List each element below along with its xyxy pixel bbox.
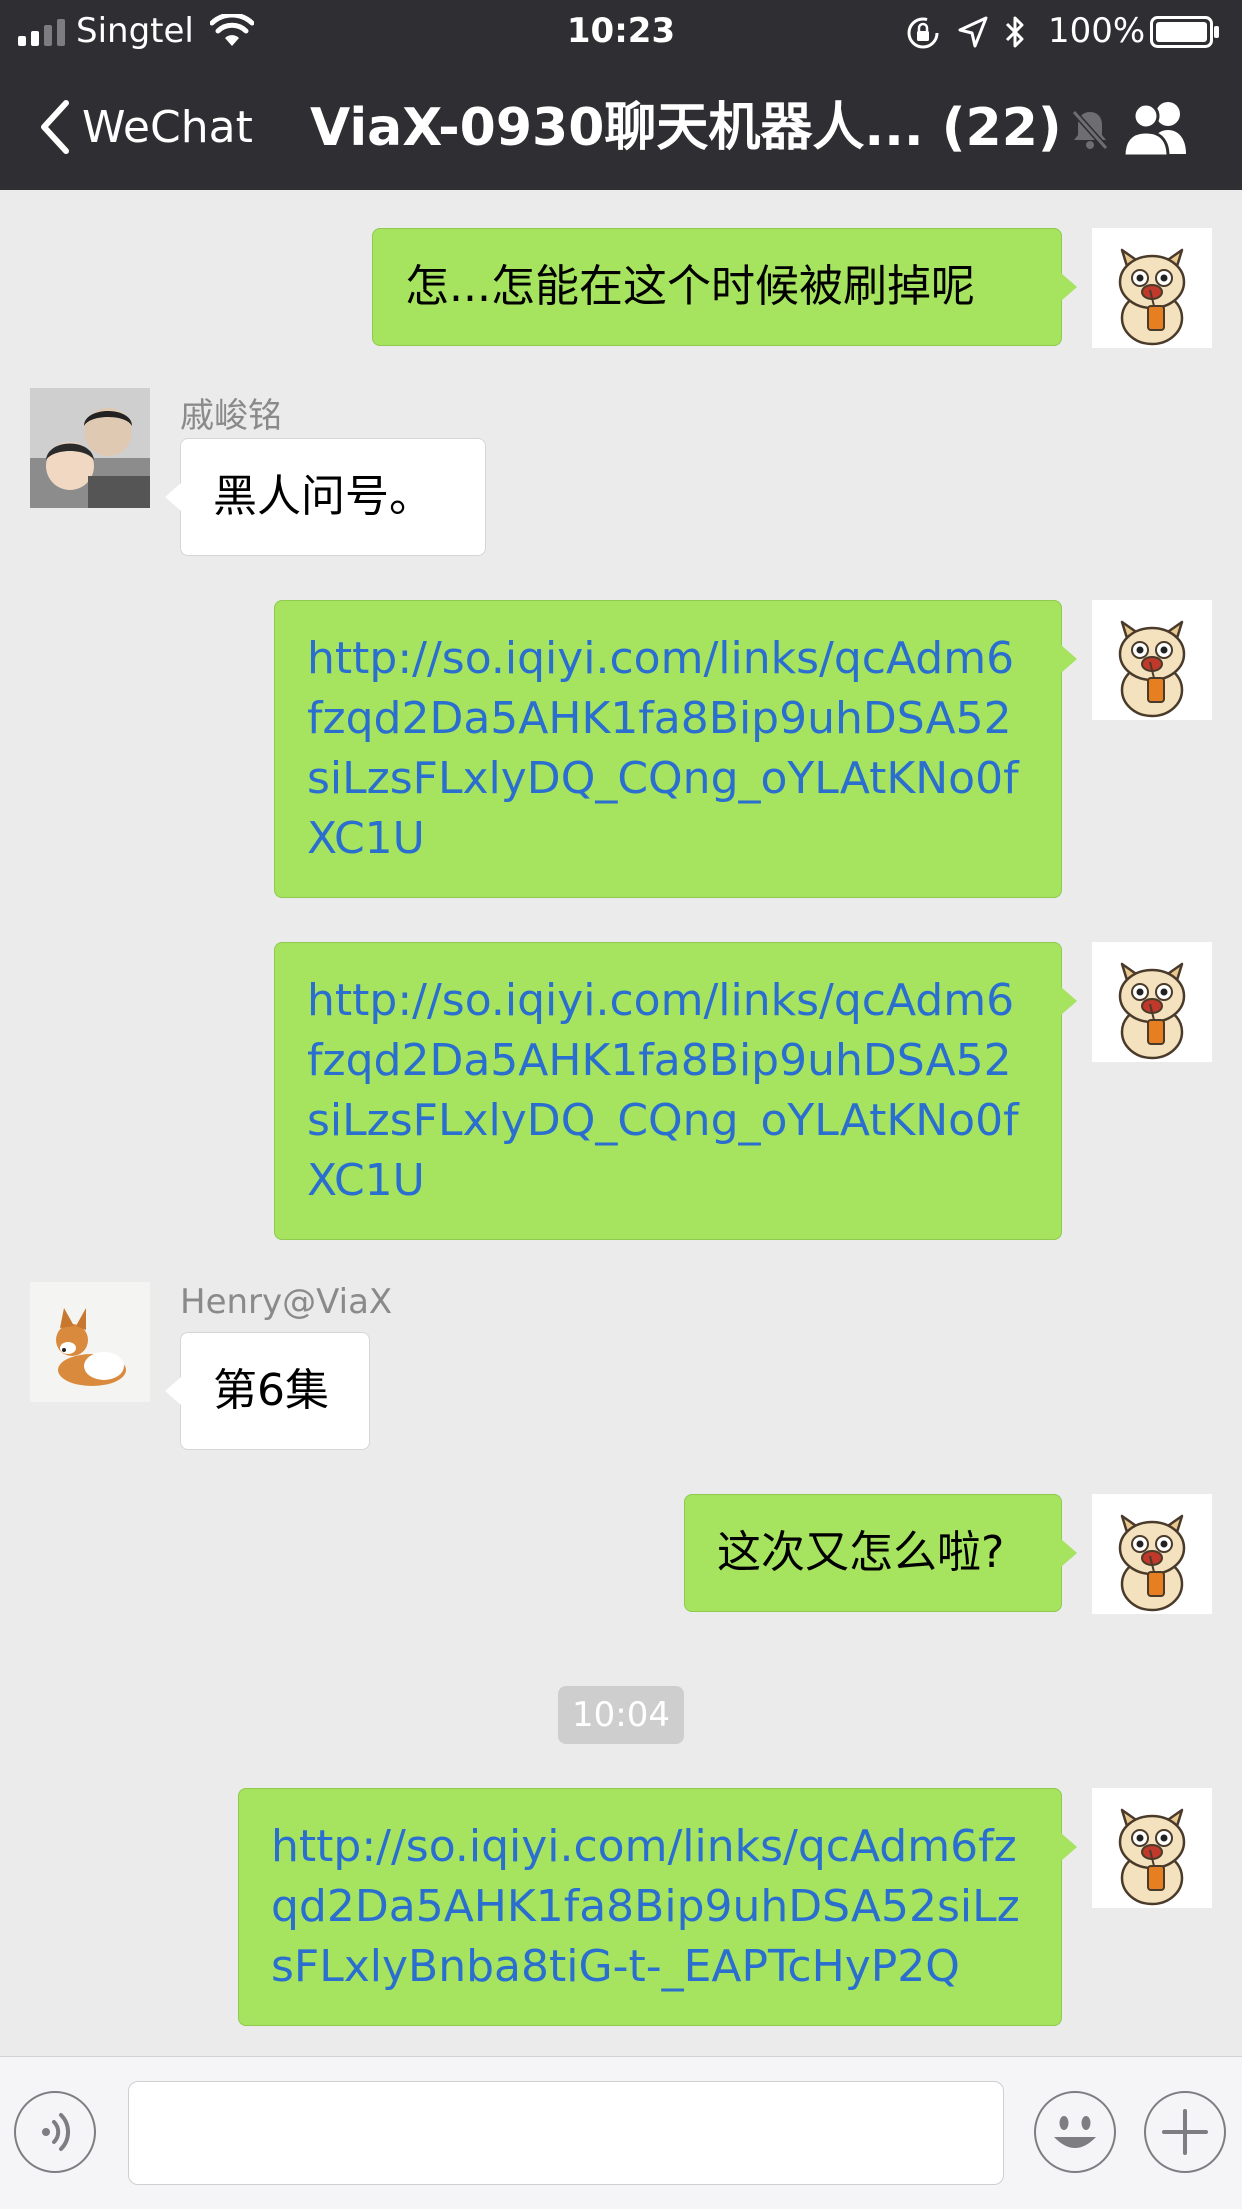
sender-name: Henry@ViaX: [180, 1282, 393, 1322]
plus-icon: [1162, 2109, 1208, 2155]
sender-avatar[interactable]: [30, 1282, 150, 1402]
message-bubble[interactable]: 第6集: [165, 1332, 370, 1450]
bluetooth-icon: [1005, 16, 1024, 48]
message-bubble[interactable]: 怎...怎能在这个时候被刷掉呢: [372, 228, 1077, 346]
message-input[interactable]: [128, 2081, 1004, 2185]
sender-name: 戚峻铭: [180, 396, 282, 436]
sender-avatar[interactable]: [30, 388, 150, 508]
voice-icon: [42, 2113, 71, 2151]
header: Singtel 10:23 100% WeChat ViaX-0930聊天机器人…: [0, 0, 1242, 190]
voice-button[interactable]: [14, 2091, 96, 2173]
nav-bar: WeChat ViaX-0930聊天机器人... (22): [0, 62, 1242, 190]
emoji-icon: [1054, 2116, 1096, 2148]
chat-title: ViaX-0930聊天机器人... (22): [310, 98, 1062, 158]
self-avatar[interactable]: [1092, 600, 1212, 720]
more-button[interactable]: [1144, 2091, 1226, 2173]
link-message-bubble[interactable]: http://so.iqiyi.com/links/qcAdm6fzqd2Da5…: [238, 1788, 1077, 2026]
timestamp: 10:04: [558, 1686, 684, 1744]
back-label: WeChat: [82, 101, 253, 153]
battery-percentage: 100%: [1048, 11, 1146, 51]
self-avatar[interactable]: [1092, 942, 1212, 1062]
message-bubble[interactable]: 黑人问号。: [165, 438, 486, 556]
input-bar: [0, 2056, 1242, 2209]
bell-slash-icon: [1071, 110, 1109, 150]
emoji-button[interactable]: [1034, 2091, 1116, 2173]
message-bubble[interactable]: 这次又怎么啦?: [684, 1494, 1077, 1612]
self-avatar[interactable]: [1092, 228, 1212, 348]
location-icon: [958, 16, 988, 48]
status-bar: Singtel 10:23 100%: [0, 0, 1242, 62]
self-avatar[interactable]: [1092, 1788, 1212, 1908]
chevron-left-icon: [41, 100, 69, 154]
battery-icon: [1150, 16, 1219, 48]
rotation-lock-icon: [907, 17, 939, 49]
group-icon[interactable]: [1118, 98, 1196, 158]
link-message-bubble[interactable]: http://so.iqiyi.com/links/qcAdm6fzqd2Da5…: [274, 600, 1077, 898]
back-button[interactable]: WeChat: [36, 92, 253, 162]
self-avatar[interactable]: [1092, 1494, 1212, 1614]
link-message-bubble[interactable]: http://so.iqiyi.com/links/qcAdm6fzqd2Da5…: [274, 942, 1077, 1240]
